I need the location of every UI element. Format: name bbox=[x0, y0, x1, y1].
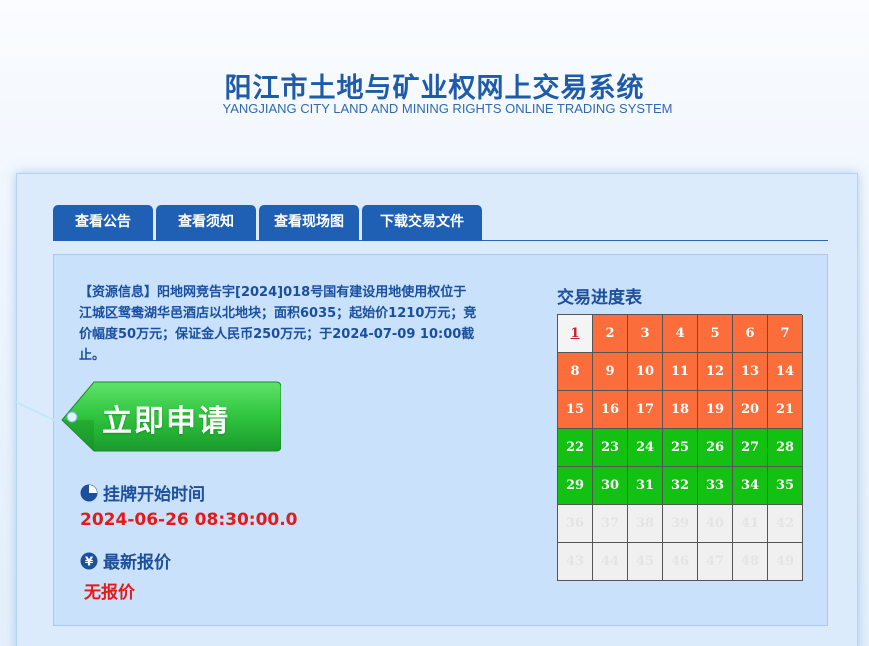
latest-price-value: 无报价 bbox=[84, 583, 135, 603]
progress-cell-day-42: 42 bbox=[768, 505, 803, 543]
progress-cell-day-38: 38 bbox=[628, 505, 663, 543]
progress-cell-day-28: 28 bbox=[768, 429, 803, 467]
progress-cell-day-37: 37 bbox=[593, 505, 628, 543]
tab-view-notice[interactable]: 查看须知 bbox=[156, 205, 256, 241]
progress-cell-day-47: 47 bbox=[698, 543, 733, 581]
listing-start-value: 2024-06-26 08:30:00.0 bbox=[80, 510, 298, 530]
tab-view-site-map[interactable]: 查看现场图 bbox=[259, 205, 359, 241]
progress-cell-day-18: 18 bbox=[663, 391, 698, 429]
tab-view-announcement[interactable]: 查看公告 bbox=[53, 205, 153, 241]
progress-cell-day-21: 21 bbox=[768, 391, 803, 429]
progress-cell-day-44: 44 bbox=[593, 543, 628, 581]
site-subtitle: YANGJIANG CITY LAND AND MINING RIGHTS ON… bbox=[222, 101, 673, 116]
progress-cell-day-22: 22 bbox=[558, 429, 593, 467]
clock-icon bbox=[80, 484, 98, 502]
progress-table-title: 交易进度表 bbox=[557, 288, 642, 308]
progress-cell-day-32: 32 bbox=[663, 467, 698, 505]
progress-cell-day-7: 7 bbox=[768, 315, 803, 353]
progress-cell-day-1[interactable]: 1 bbox=[558, 315, 593, 353]
latest-price-label: 最新报价 bbox=[103, 553, 171, 573]
progress-cell-day-35: 35 bbox=[768, 467, 803, 505]
progress-cell-day-41: 41 bbox=[733, 505, 768, 543]
apply-now-label: 立即申请 bbox=[102, 404, 230, 439]
progress-cell-day-29: 29 bbox=[558, 467, 593, 505]
progress-cell-day-20: 20 bbox=[733, 391, 768, 429]
listing-start-title: 挂牌开始时间 bbox=[80, 480, 205, 505]
progress-cell-day-23: 23 bbox=[593, 429, 628, 467]
progress-cell-day-19: 19 bbox=[698, 391, 733, 429]
content-box: 【资源信息】阳地网竞告宇[2024]018号国有建设用地使用权位于江城区鸳鸯湖华… bbox=[15, 254, 828, 626]
progress-cell-day-8: 8 bbox=[558, 353, 593, 391]
listing-start-label: 挂牌开始时间 bbox=[103, 485, 205, 505]
progress-cell-day-27: 27 bbox=[733, 429, 768, 467]
apply-now-button[interactable]: 立即申请 bbox=[14, 380, 281, 456]
progress-cell-day-15: 15 bbox=[558, 391, 593, 429]
tab-bar: 查看公告 查看须知 查看现场图 下载交易文件 bbox=[53, 205, 828, 241]
svg-text:¥: ¥ bbox=[85, 554, 94, 568]
progress-cell-day-16: 16 bbox=[593, 391, 628, 429]
progress-cell-day-40: 40 bbox=[698, 505, 733, 543]
progress-cell-day-14: 14 bbox=[768, 353, 803, 391]
progress-cell-day-4: 4 bbox=[663, 315, 698, 353]
progress-cell-day-13: 13 bbox=[733, 353, 768, 391]
tab-download-documents[interactable]: 下载交易文件 bbox=[362, 205, 482, 241]
progress-cell-day-39: 39 bbox=[663, 505, 698, 543]
progress-cell-day-3: 3 bbox=[628, 315, 663, 353]
latest-price-title: ¥ 最新报价 bbox=[80, 548, 171, 573]
progress-cell-day-34: 34 bbox=[733, 467, 768, 505]
progress-cell-day-24: 24 bbox=[628, 429, 663, 467]
progress-cell-day-48: 48 bbox=[733, 543, 768, 581]
site-title: 阳江市土地与矿业权网上交易系统 bbox=[224, 73, 645, 104]
progress-cell-day-12: 12 bbox=[698, 353, 733, 391]
progress-cell-day-2: 2 bbox=[593, 315, 628, 353]
progress-cell-day-30: 30 bbox=[593, 467, 628, 505]
progress-cell-day-31: 31 bbox=[628, 467, 663, 505]
progress-cell-day-36: 36 bbox=[558, 505, 593, 543]
progress-cell-day-46: 46 bbox=[663, 543, 698, 581]
resource-info: 【资源信息】阳地网竞告宇[2024]018号国有建设用地使用权位于江城区鸳鸯湖华… bbox=[79, 285, 477, 363]
progress-cell-day-49: 49 bbox=[768, 543, 803, 581]
progress-cell-day-26: 26 bbox=[698, 429, 733, 467]
main-panel: 查看公告 查看须知 查看现场图 下载交易文件 【资源信息】阳地网竞告宇[2024… bbox=[15, 173, 858, 646]
progress-cell-day-33: 33 bbox=[698, 467, 733, 505]
progress-grid: 1 2 3 4 5 6 7 8 9 10 11 12 13 14 15 16 17 18 19 20 21 22 23 24 2… bbox=[557, 314, 803, 581]
progress-cell-day-11: 11 bbox=[663, 353, 698, 391]
progress-cell-day-5: 5 bbox=[698, 315, 733, 353]
progress-cell-day-25: 25 bbox=[663, 429, 698, 467]
progress-cell-day-9: 9 bbox=[593, 353, 628, 391]
progress-cell-day-6: 6 bbox=[733, 315, 768, 353]
progress-cell-day-45: 45 bbox=[628, 543, 663, 581]
yen-icon: ¥ bbox=[80, 552, 98, 570]
progress-cell-day-10: 10 bbox=[628, 353, 663, 391]
progress-cell-day-17: 17 bbox=[628, 391, 663, 429]
progress-cell-day-43: 43 bbox=[558, 543, 593, 581]
site-header: 阳江市土地与矿业权网上交易系统 YANGJIANG CITY LAND AND … bbox=[0, 0, 869, 170]
